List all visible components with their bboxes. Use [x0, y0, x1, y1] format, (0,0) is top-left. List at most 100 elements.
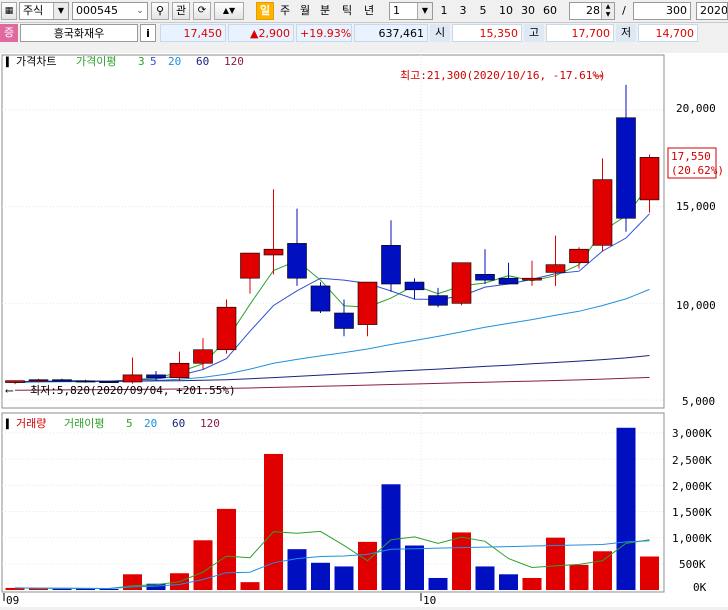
candle-body [75, 380, 96, 383]
price-rate: +19.93% [296, 24, 352, 42]
vol-tick-1000k: 1,000K [672, 532, 712, 545]
open-price: 15,350 [452, 24, 522, 42]
zoom-stepper-icon[interactable]: ▲ ▼ [601, 3, 614, 19]
updown-stepper-icon[interactable]: ▲▼ [214, 2, 244, 20]
period-tick-button[interactable]: 틱 [338, 2, 356, 20]
candle-body [52, 379, 72, 382]
candle-body [146, 374, 166, 379]
candle [451, 262, 472, 306]
legend-ma60: 60 [196, 55, 209, 68]
last-price: 17,550 [671, 150, 711, 163]
x-axis: 09 10 [3, 593, 436, 607]
tag-gwan-button[interactable]: 관 [172, 2, 190, 20]
price-tick-20000: 20,000 [676, 102, 716, 115]
volume-bar [193, 540, 213, 590]
volume-bar [287, 549, 307, 590]
chevron-down-icon[interactable]: ▼ [53, 3, 68, 19]
volume-bar [475, 566, 495, 590]
volume-bar [428, 577, 448, 590]
period-month-button[interactable]: 월 [296, 2, 314, 20]
legend-ma20: 20 [168, 55, 181, 68]
candle-body [5, 380, 25, 383]
code-input[interactable]: 000545 ⌄ [72, 2, 148, 20]
period-minute-button[interactable]: 분 [316, 2, 334, 20]
candle-body [592, 179, 613, 246]
svg-text:▌: ▌ [5, 418, 11, 430]
open-label: 시 [430, 24, 450, 42]
volume-bar [240, 582, 260, 590]
legend-ma3: 3 [138, 55, 145, 68]
quick-10-button[interactable]: 10 [497, 2, 515, 20]
quick-1-button[interactable]: 1 [437, 2, 451, 20]
chart-area[interactable]: ▌ 가격차트 가격이평 3 5 20 60 120 최고:21,300(2020… [0, 53, 728, 607]
stock-name: 흥국화재우 [20, 24, 138, 42]
candle-body [122, 374, 143, 383]
legend-ma5: 5 [150, 55, 157, 68]
toolbar: ▦ 주식 ▼ 000545 ⌄ ⚲ 관 ⟳ ▲▼ 일 주 월 분 틱 년 1 ▼… [0, 0, 728, 23]
link-icon[interactable]: ⟳ [193, 2, 211, 20]
trade-volume: 637,461 [354, 24, 428, 42]
quick-60-button[interactable]: 60 [541, 2, 559, 20]
candle-body [240, 252, 260, 279]
stock-badge: 증 [0, 24, 18, 42]
volume-bar [640, 556, 659, 590]
low-label: 저 [616, 24, 636, 42]
info-button[interactable]: i [140, 24, 156, 42]
low-note: 최저:5,820(2020/09/04, +201.55%) [30, 384, 236, 397]
date-input-value: 2020/ [700, 4, 728, 17]
volume-legend-ma: 거래이평 [64, 417, 104, 430]
candle-body [310, 285, 331, 312]
volume-bar [452, 532, 471, 590]
period-day-button[interactable]: 일 [256, 2, 274, 20]
count-select-value: 1 [393, 4, 400, 17]
vol-tick-500k: 500K [679, 558, 706, 571]
candle-body [99, 381, 119, 383]
candle-body [216, 306, 237, 351]
candle [310, 282, 331, 313]
price-change: ▲2,900 [228, 24, 294, 42]
last-rate: (20.62%) [671, 164, 724, 177]
candle-body [545, 264, 566, 273]
price-tick-15000: 15,000 [676, 200, 716, 213]
price-tick-10000: 10,000 [676, 299, 716, 312]
current-price: 17,450 [160, 24, 226, 42]
vol-tick-1500k: 1,500K [672, 506, 712, 519]
candle-body [28, 379, 49, 382]
code-input-value: 000545 [76, 4, 118, 17]
total-input[interactable]: 300 [633, 2, 691, 20]
price-volume-chart[interactable]: ▌ 가격차트 가격이평 3 5 20 60 120 최고:21,300(2020… [0, 53, 728, 607]
vlegend-ma20: 20 [144, 417, 157, 430]
candle-body [169, 362, 190, 379]
candle-body [357, 281, 378, 325]
candle [216, 299, 237, 354]
high-note: 최고:21,300(2020/10/16, -17.61%) [400, 69, 606, 82]
quick-3-button[interactable]: 3 [456, 2, 470, 20]
search-icon[interactable]: ⚲ [151, 2, 169, 20]
market-select[interactable]: 주식 ▼ [19, 2, 69, 20]
volume-bar [358, 541, 377, 590]
candle-body [193, 349, 213, 364]
svg-text:▌: ▌ [5, 56, 11, 68]
quick-30-button[interactable]: 30 [519, 2, 537, 20]
grid-menu-icon[interactable]: ▦ [1, 2, 17, 20]
vlegend-ma60: 60 [172, 417, 185, 430]
candle-body [616, 117, 636, 219]
zoom-input[interactable]: 28 ▲ ▼ [569, 2, 615, 20]
count-select[interactable]: 1 ▼ [389, 2, 433, 20]
date-input[interactable]: 2020/ [696, 2, 728, 20]
period-week-button[interactable]: 주 [276, 2, 294, 20]
candle-body [569, 248, 589, 264]
vol-tick-2000k: 2,000K [672, 480, 712, 493]
count-chevron-down-icon[interactable]: ▼ [417, 3, 432, 19]
volume-bar [522, 577, 542, 590]
volume-bar [593, 551, 612, 590]
x-label-09: 09 [6, 594, 19, 607]
candle-body [428, 295, 448, 306]
volume-bar [405, 545, 424, 590]
quick-5-button[interactable]: 5 [476, 2, 490, 20]
code-dropdown-icon[interactable]: ⌄ [133, 3, 147, 19]
period-year-button[interactable]: 년 [360, 2, 378, 20]
volume-bar [52, 588, 72, 590]
x-label-10: 10 [423, 594, 436, 607]
candle-body [639, 157, 660, 201]
